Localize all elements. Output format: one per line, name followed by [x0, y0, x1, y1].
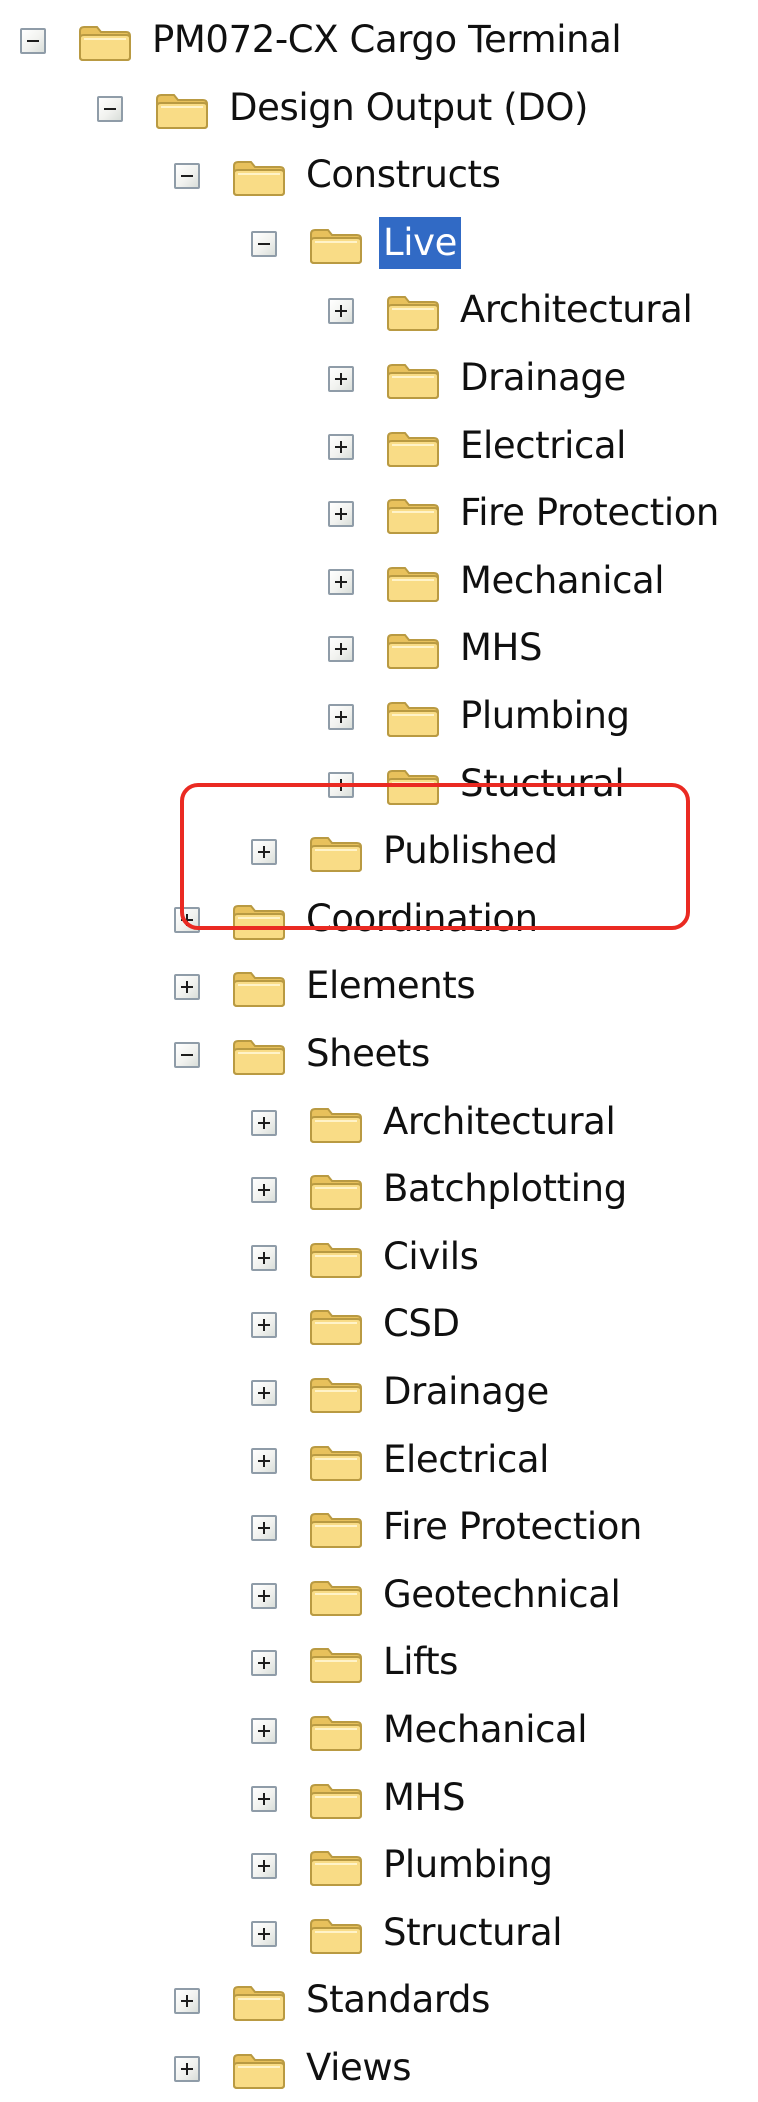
tree-node-label[interactable]: Electrical [383, 1428, 549, 1492]
folder-icon [232, 157, 286, 197]
folder-icon [155, 90, 209, 130]
folder-icon [309, 1712, 363, 1752]
folder-icon [386, 292, 440, 332]
folder-icon [232, 1036, 286, 1076]
collapse-toggle-icon[interactable] [174, 163, 200, 189]
tree-node-label[interactable]: Views [306, 2036, 411, 2100]
red-highlight-annotation [180, 783, 690, 930]
expand-toggle-icon[interactable] [328, 569, 354, 595]
tree-node-label[interactable]: Sheets [306, 1022, 430, 1086]
tree-node-label[interactable]: Structural [383, 1901, 563, 1965]
tree-node-label[interactable]: Plumbing [460, 684, 630, 748]
tree-node-label[interactable]: Batchplotting [383, 1157, 627, 1221]
expand-toggle-icon[interactable] [174, 974, 200, 1000]
folder-icon [386, 630, 440, 670]
tree-node-label[interactable]: MHS [383, 1766, 465, 1830]
tree-node-label[interactable]: Geotechnical [383, 1563, 621, 1627]
folder-tree: PM072-CX Cargo Terminal Design Output (DO… [0, 0, 758, 2102]
folder-icon [232, 1982, 286, 2022]
expand-toggle-icon[interactable] [251, 1515, 277, 1541]
folder-icon [309, 225, 363, 265]
tree-node-label[interactable]: Architectural [383, 1090, 616, 1154]
tree-node-label[interactable]: PM072-CX Cargo Terminal [152, 8, 622, 72]
expand-toggle-icon[interactable] [174, 2056, 200, 2082]
tree-node-label[interactable]: Electrical [460, 414, 626, 478]
tree-node-label[interactable]: Constructs [306, 143, 501, 207]
tree-node-label[interactable]: CSD [383, 1292, 460, 1356]
expand-toggle-icon[interactable] [328, 434, 354, 460]
expand-toggle-icon[interactable] [251, 1718, 277, 1744]
folder-icon [309, 1442, 363, 1482]
folder-icon [386, 563, 440, 603]
tree-node-label[interactable]: Mechanical [460, 549, 665, 613]
expand-toggle-icon[interactable] [251, 1245, 277, 1271]
expand-toggle-icon[interactable] [251, 1110, 277, 1136]
tree-node-label[interactable]: Standards [306, 1968, 490, 2032]
tree-node-label[interactable]: MHS [460, 616, 542, 680]
expand-toggle-icon[interactable] [251, 1853, 277, 1879]
collapse-toggle-icon[interactable] [97, 96, 123, 122]
expand-toggle-icon[interactable] [174, 1988, 200, 2014]
tree-node-label[interactable]: Design Output (DO) [229, 76, 588, 140]
folder-icon [309, 1847, 363, 1887]
folder-icon [309, 1171, 363, 1211]
expand-toggle-icon[interactable] [328, 704, 354, 730]
expand-toggle-icon[interactable] [328, 501, 354, 527]
folder-icon [78, 22, 132, 62]
expand-toggle-icon[interactable] [251, 1583, 277, 1609]
collapse-toggle-icon[interactable] [20, 28, 46, 54]
folder-icon [386, 360, 440, 400]
tree-node-label[interactable]: Fire Protection [460, 481, 719, 545]
folder-icon [232, 968, 286, 1008]
folder-icon [386, 428, 440, 468]
tree-node-label[interactable]: Drainage [383, 1360, 549, 1424]
folder-icon [232, 2050, 286, 2090]
collapse-toggle-icon[interactable] [174, 1042, 200, 1068]
expand-toggle-icon[interactable] [251, 1380, 277, 1406]
tree-node-label[interactable]: Plumbing [383, 1833, 553, 1897]
folder-icon [309, 1509, 363, 1549]
expand-toggle-icon[interactable] [251, 1312, 277, 1338]
tree-node-label[interactable]: Mechanical [383, 1698, 588, 1762]
collapse-toggle-icon[interactable] [251, 231, 277, 257]
folder-icon [309, 1644, 363, 1684]
expand-toggle-icon[interactable] [328, 636, 354, 662]
tree-node-label[interactable]: Architectural [460, 278, 693, 342]
folder-icon [309, 1239, 363, 1279]
folder-icon [309, 1780, 363, 1820]
expand-toggle-icon[interactable] [251, 1177, 277, 1203]
tree-node-label[interactable]: Elements [306, 954, 476, 1018]
expand-toggle-icon[interactable] [251, 1786, 277, 1812]
tree-node-label[interactable]: Drainage [460, 346, 626, 410]
tree-node-label-selected[interactable]: Live [379, 217, 461, 269]
expand-toggle-icon[interactable] [251, 1448, 277, 1474]
expand-toggle-icon[interactable] [251, 1650, 277, 1676]
expand-toggle-icon[interactable] [328, 298, 354, 324]
folder-icon [309, 1577, 363, 1617]
tree-node-label[interactable]: Fire Protection [383, 1495, 642, 1559]
folder-icon [309, 1915, 363, 1955]
tree-node-label[interactable]: Lifts [383, 1630, 458, 1694]
folder-icon [309, 1306, 363, 1346]
tree-node-label[interactable]: Civils [383, 1225, 479, 1289]
folder-icon [309, 1374, 363, 1414]
expand-toggle-icon[interactable] [328, 366, 354, 392]
folder-icon [309, 1104, 363, 1144]
folder-icon [386, 495, 440, 535]
expand-toggle-icon[interactable] [251, 1921, 277, 1947]
folder-icon [386, 698, 440, 738]
